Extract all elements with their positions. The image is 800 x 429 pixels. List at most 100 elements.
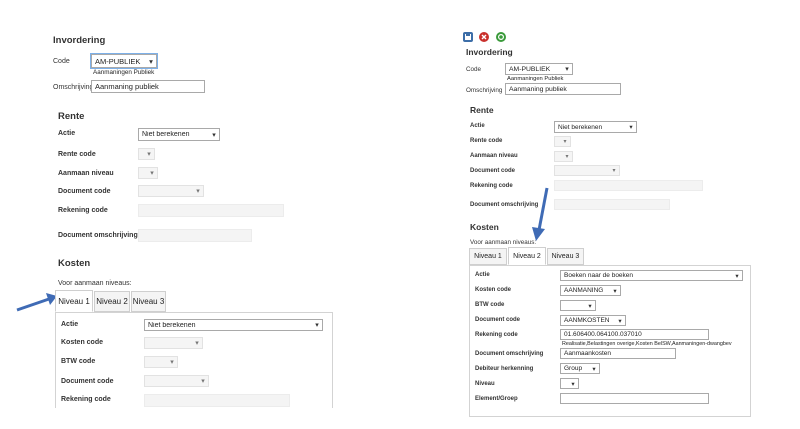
aanmaan-niveau-select[interactable]: ▾ [554,151,573,162]
floppy-icon[interactable] [463,32,473,42]
rente-code-select[interactable]: ▾ [554,136,571,147]
aanmaan-niveau-label: Aanmaan niveau [470,153,518,159]
chevron-down-icon: ▾ [201,378,205,385]
document-code-select[interactable]: ▾ [554,165,620,176]
panel-niveau-select[interactable]: ▾ [560,378,579,389]
panel-document-code-select[interactable]: ▾ [144,375,209,387]
panel-actie-select[interactable]: Niet berekenen ▾ [144,319,323,331]
tab-niveau-2[interactable]: Niveau 2 [508,247,546,265]
panel-rekening-code-label: Rekening code [61,396,111,403]
chevron-down-icon: ▾ [592,365,596,373]
kosten-heading: Kosten [58,258,91,269]
rekening-code-label: Rekening code [58,207,108,214]
panel-element-input[interactable] [560,393,709,404]
aanmaan-niveau-label: Aanmaan niveau [58,170,114,177]
chevron-down-icon: ▾ [565,66,569,73]
panel-kosten-code-select[interactable]: AANMANING ▾ [560,285,621,296]
panel-actie-select[interactable]: Boeken naar de boeken ▾ [560,270,743,281]
tab-niveau-3[interactable]: Niveau 3 [131,291,166,312]
code-hint: Aanmaningen Publiek [93,69,155,76]
document-omschrijving-label: Document omschrijving [470,202,539,208]
chevron-down-icon: ▾ [149,56,153,66]
document-code-label: Document code [470,168,516,174]
tab-niveau-3[interactable]: Niveau 3 [547,248,584,265]
arrow-icon [16,293,57,312]
rente-heading: Rente [470,105,494,115]
actie-select[interactable]: Niet berekenen ▾ [554,121,637,133]
chevron-down-icon: ▾ [588,302,592,310]
chevron-down-icon: ▾ [170,359,174,366]
actie-value: Niet berekenen [558,123,603,131]
panel-rekening-code-input[interactable] [144,394,290,407]
chevron-down-icon: ▾ [629,124,633,131]
cancel-icon[interactable] [479,32,489,42]
chevron-down-icon: ▾ [212,131,216,139]
tab-niveau-2[interactable]: Niveau 2 [94,291,130,312]
chevron-down-icon: ▾ [150,170,154,177]
chevron-down-icon: ▾ [571,380,575,388]
rekening-code-input[interactable] [138,204,284,217]
chevron-down-icon: ▾ [618,317,622,325]
document-omschrijving-label: Document omschrijving [58,232,138,239]
arrow-icon [532,187,549,241]
rekening-code-label: Rekening code [470,183,513,189]
code-select[interactable]: AM-PUBLIEK ▾ [505,63,573,75]
panel-btw-code-label: BTW code [475,302,505,308]
chevron-down-icon: ▾ [735,272,739,280]
panel-document-omschrijving-label: Document omschrijving [475,351,544,357]
rente-code-select[interactable]: ▾ [138,148,155,160]
panel-debiteur-label: Debiteur herkenning [475,366,534,372]
panel-kosten-code-label: Kosten code [61,339,104,346]
rekening-code-input[interactable] [554,180,703,191]
panel-btw-code-select[interactable]: ▾ [144,356,178,368]
chevron-down-icon: ▾ [612,168,616,174]
panel-rekening-code-hint: Realisatie,Belastingen overige,Kosten Be… [562,341,732,347]
actie-label: Actie [470,123,485,129]
panel-kosten-code-label: Kosten code [475,287,512,293]
code-value: AM-PUBLIEK [95,56,141,66]
panel-actie-label: Actie [475,272,490,278]
refresh-icon[interactable] [496,32,506,42]
chevron-down-icon: ▾ [196,188,200,195]
document-code-select[interactable]: ▾ [138,185,204,197]
tab-niveau-1[interactable]: Niveau 1 [469,248,507,265]
invordering-heading: Invordering [466,47,513,57]
chevron-down-icon: ▾ [613,287,617,295]
rente-code-label: Rente code [58,151,96,158]
document-omschrijving-input[interactable] [554,199,670,210]
panel-kosten-code-select[interactable]: ▾ [144,337,203,349]
code-select[interactable]: AM-PUBLIEK ▾ [91,54,157,68]
panel-debiteur-select[interactable]: Group ▾ [560,363,600,374]
panel-document-code-label: Document code [475,317,521,323]
panel-debiteur-value: Group [564,365,583,372]
panel-element-label: Element/Groep [475,396,518,402]
document-code-label: Document code [58,188,111,195]
panel-document-code-select[interactable]: AANMKOSTEN ▾ [560,315,626,326]
actie-label: Actie [58,130,76,137]
chevron-down-icon: ▾ [147,151,151,158]
kosten-heading: Kosten [470,222,499,232]
omschrijving-label: Omschrijving [53,84,94,91]
panel-kosten-code-value: AANMANING [564,287,604,294]
omschrijving-input[interactable]: Aanmaning publiek [505,83,621,95]
voor-aanmaan-label: Voor aanmaan niveaus: [58,280,132,287]
panel-document-code-value: AANMKOSTEN [564,317,610,324]
panel-rekening-code-label: Rekening code [475,332,518,338]
chevron-down-icon: ▾ [195,340,199,347]
code-hint: Aanmaningen Publiek [507,76,564,82]
rente-code-label: Rente code [470,138,503,144]
panel-btw-code-select[interactable]: ▾ [560,300,596,311]
invordering-heading: Invordering [53,35,106,46]
code-value: AM-PUBLIEK [509,65,551,73]
panel-document-omschrijving-input[interactable]: Aanmaankosten [560,348,676,359]
panel-rekening-code-input[interactable]: 01.606400.064100.037010 [560,329,709,340]
actie-select[interactable]: Niet berekenen ▾ [138,128,220,141]
panel-document-code-label: Document code [61,378,114,385]
voor-aanmaan-label: Voor aanmaan niveaus: [470,239,537,246]
omschrijving-input[interactable]: Aanmaning publiek [91,80,205,93]
document-omschrijving-input[interactable] [138,229,252,242]
tab-niveau-1[interactable]: Niveau 1 [55,290,93,312]
aanmaan-niveau-select[interactable]: ▾ [138,167,158,179]
chevron-down-icon: ▾ [563,139,567,145]
rente-heading: Rente [58,111,85,122]
